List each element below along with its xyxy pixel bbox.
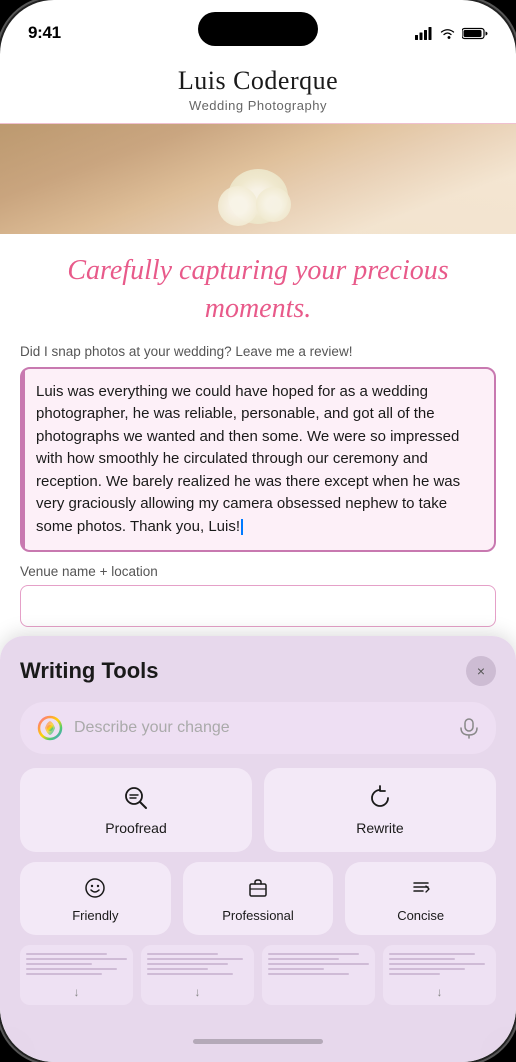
thumbnail-4[interactable]: ↓	[383, 945, 496, 1005]
describe-change-bar[interactable]: Describe your change	[20, 702, 496, 754]
battery-icon	[462, 27, 488, 40]
thumbnail-arrow-1: ↓	[74, 985, 80, 999]
signal-icon	[415, 27, 433, 40]
rewrite-icon	[366, 784, 394, 812]
concise-button[interactable]: Concise	[345, 862, 496, 935]
friendly-icon	[81, 874, 109, 902]
thumbnail-arrow-4: ↓	[437, 985, 443, 999]
status-bar: 9:41	[0, 0, 516, 52]
review-text: Luis was everything we could have hoped …	[36, 383, 460, 535]
friendly-label: Friendly	[72, 908, 118, 923]
rewrite-button[interactable]: Rewrite	[264, 768, 496, 852]
professional-button[interactable]: Professional	[183, 862, 334, 935]
thumbnail-arrow-2: ↓	[195, 985, 201, 999]
site-subtitle: Wedding Photography	[20, 98, 496, 113]
concise-label: Concise	[397, 908, 444, 923]
ai-icon	[36, 714, 64, 742]
hero-image	[0, 124, 516, 234]
professional-label: Professional	[222, 908, 294, 923]
writing-tools-title: Writing Tools	[20, 658, 159, 684]
home-indicator-area	[20, 1035, 496, 1052]
thumbnail-lines-4	[389, 953, 490, 978]
thumbnail-lines-3	[268, 953, 369, 978]
close-button[interactable]: ×	[466, 656, 496, 686]
venue-input[interactable]	[20, 585, 496, 627]
home-indicator	[193, 1039, 323, 1044]
thumbnail-3[interactable]	[262, 945, 375, 1005]
proofread-button[interactable]: Proofread	[20, 768, 252, 852]
thumbnail-lines-2	[147, 953, 248, 978]
search-placeholder: Describe your change	[74, 719, 448, 737]
friendly-button[interactable]: Friendly	[20, 862, 171, 935]
site-header: Luis Coderque Wedding Photography	[0, 52, 516, 124]
thumbnail-2[interactable]: ↓	[141, 945, 254, 1005]
status-icons	[415, 27, 488, 40]
close-icon: ×	[477, 663, 485, 679]
text-cursor	[241, 519, 243, 535]
professional-icon	[244, 874, 272, 902]
concise-icon	[407, 874, 435, 902]
proofread-label: Proofread	[105, 820, 166, 836]
thumbnail-lines-1	[26, 953, 127, 978]
mic-icon[interactable]	[458, 717, 480, 739]
review-label: Did I snap photos at your wedding? Leave…	[0, 338, 516, 367]
tools-row-secondary: Friendly Professional	[20, 862, 496, 935]
review-textbox[interactable]: Luis was everything we could have hoped …	[20, 367, 496, 553]
status-time: 9:41	[28, 23, 61, 43]
bottom-thumbnails: ↓ ↓	[20, 945, 496, 1035]
page-content: Luis Coderque Wedding Photography Carefu…	[0, 52, 516, 1062]
tools-row-main: Proofread Rewrite	[20, 768, 496, 852]
wifi-icon	[439, 27, 456, 40]
writing-tools-header: Writing Tools ×	[20, 656, 496, 686]
venue-label: Venue name + location	[0, 552, 516, 585]
thumbnail-1[interactable]: ↓	[20, 945, 133, 1005]
writing-tools-panel: Writing Tools ×	[0, 636, 516, 1062]
tagline: Carefully capturing your precious moment…	[0, 234, 516, 338]
site-title: Luis Coderque	[20, 66, 496, 96]
proofread-icon	[122, 784, 150, 812]
rewrite-label: Rewrite	[356, 820, 403, 836]
dynamic-island	[198, 12, 318, 46]
phone-frame: 9:41	[0, 0, 516, 1062]
